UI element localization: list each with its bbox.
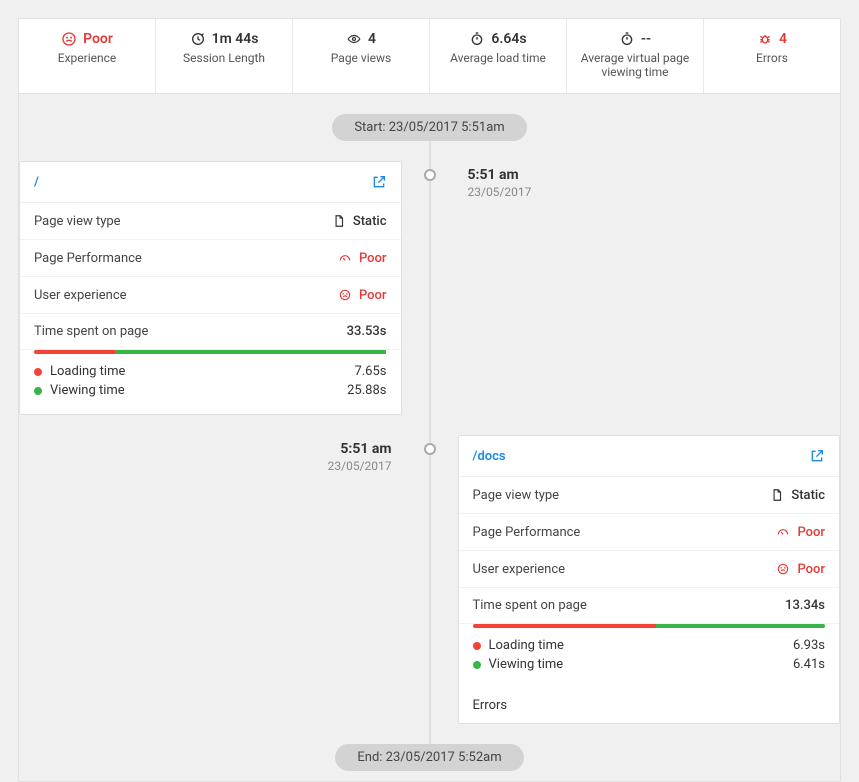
timeline-entry: / Page view type Static bbox=[19, 161, 840, 415]
time-split-bar bbox=[473, 624, 826, 628]
stat-label: Experience bbox=[29, 51, 145, 65]
timeline-node bbox=[424, 169, 436, 181]
end-pill: End: 23/05/2017 5:52am bbox=[335, 744, 523, 771]
stat-value: Poor bbox=[83, 31, 113, 47]
load-value: 7.65s bbox=[354, 364, 386, 379]
stat-page-views: 4 Page views bbox=[293, 19, 430, 93]
spent-label: Time spent on page bbox=[34, 324, 148, 339]
stat-label: Errors bbox=[714, 51, 830, 65]
ux-value: Poor bbox=[359, 288, 387, 303]
legend-dot-viewing bbox=[34, 387, 42, 395]
gauge-icon bbox=[775, 524, 791, 540]
stat-experience: Poor Experience bbox=[19, 19, 156, 93]
perf-label: Page Performance bbox=[473, 525, 581, 540]
date-value: 23/05/2017 bbox=[468, 185, 841, 199]
load-label: Loading time bbox=[50, 364, 125, 379]
time-value: 5:51 am bbox=[468, 167, 841, 183]
perf-value: Poor bbox=[797, 525, 825, 540]
external-link-icon[interactable] bbox=[371, 174, 387, 190]
pv-type-label: Page view type bbox=[473, 488, 560, 503]
page-view-card: / Page view type Static bbox=[19, 161, 402, 415]
stat-avg-load: 6.64s Average load time bbox=[430, 19, 567, 93]
stat-value: 4 bbox=[779, 31, 787, 47]
page-view-card: /docs Page view type Static bbox=[458, 435, 841, 724]
time-split-bar bbox=[34, 350, 387, 354]
view-label: Viewing time bbox=[489, 657, 564, 672]
view-label: Viewing time bbox=[50, 383, 125, 398]
spent-label: Time spent on page bbox=[473, 598, 587, 613]
stat-label: Session Length bbox=[166, 51, 282, 65]
pv-type-value: Static bbox=[353, 214, 387, 229]
time-cell: 5:51 am 23/05/2017 bbox=[450, 161, 841, 415]
session-detail-panel: Poor Experience 1m 44s Session Length 4 … bbox=[18, 18, 841, 782]
load-bar-segment bbox=[34, 350, 115, 354]
perf-label: Page Performance bbox=[34, 251, 142, 266]
stat-session-length: 1m 44s Session Length bbox=[156, 19, 293, 93]
ux-label: User experience bbox=[34, 288, 127, 303]
eye-icon bbox=[346, 31, 362, 47]
stat-value: 1m 44s bbox=[212, 31, 259, 47]
start-pill: Start: 23/05/2017 5:51am bbox=[332, 114, 526, 141]
pv-type-label: Page view type bbox=[34, 214, 121, 229]
pv-type-value: Static bbox=[791, 488, 825, 503]
timeline: Start: 23/05/2017 5:51am / Page view typ… bbox=[19, 94, 840, 781]
stopwatch-icon bbox=[619, 31, 635, 47]
ux-label: User experience bbox=[473, 562, 566, 577]
stats-bar: Poor Experience 1m 44s Session Length 4 … bbox=[19, 19, 840, 94]
page-icon bbox=[769, 487, 785, 503]
clock-icon bbox=[190, 31, 206, 47]
view-value: 25.88s bbox=[347, 383, 386, 398]
time-cell: 5:51 am 23/05/2017 bbox=[19, 435, 410, 724]
path-link[interactable]: /docs bbox=[473, 449, 506, 464]
legend-dot-viewing bbox=[473, 661, 481, 669]
view-bar-segment bbox=[115, 350, 386, 354]
page-icon bbox=[331, 213, 347, 229]
date-value: 23/05/2017 bbox=[19, 459, 392, 473]
stat-errors: 4 Errors bbox=[704, 19, 840, 93]
stat-value: 6.64s bbox=[491, 31, 526, 47]
stat-label: Page views bbox=[303, 51, 419, 65]
legend-dot-loading bbox=[473, 642, 481, 650]
timeline-node bbox=[424, 443, 436, 455]
stat-label: Average virtual page viewing time bbox=[577, 51, 693, 79]
stat-label: Average load time bbox=[440, 51, 556, 65]
sad-face-icon bbox=[61, 31, 77, 47]
sad-face-icon bbox=[337, 287, 353, 303]
stat-value: -- bbox=[641, 31, 651, 47]
load-bar-segment bbox=[473, 624, 656, 628]
stat-value: 4 bbox=[368, 31, 376, 47]
gauge-icon bbox=[337, 250, 353, 266]
stat-avg-view: -- Average virtual page viewing time bbox=[567, 19, 704, 93]
spent-value: 13.34s bbox=[785, 598, 825, 613]
ux-value: Poor bbox=[797, 562, 825, 577]
bug-icon bbox=[757, 31, 773, 47]
stopwatch-icon bbox=[469, 31, 485, 47]
sad-face-icon bbox=[775, 561, 791, 577]
external-link-icon[interactable] bbox=[809, 448, 825, 464]
legend-dot-loading bbox=[34, 368, 42, 376]
load-value: 6.93s bbox=[793, 638, 825, 653]
time-value: 5:51 am bbox=[19, 441, 392, 457]
view-bar-segment bbox=[656, 624, 825, 628]
spent-value: 33.53s bbox=[347, 324, 387, 339]
timeline-entry: 5:51 am 23/05/2017 /docs Page view type bbox=[19, 435, 840, 724]
path-link[interactable]: / bbox=[34, 175, 39, 190]
perf-value: Poor bbox=[359, 251, 387, 266]
errors-label: Errors bbox=[459, 688, 840, 723]
load-label: Loading time bbox=[489, 638, 564, 653]
view-value: 6.41s bbox=[793, 657, 825, 672]
